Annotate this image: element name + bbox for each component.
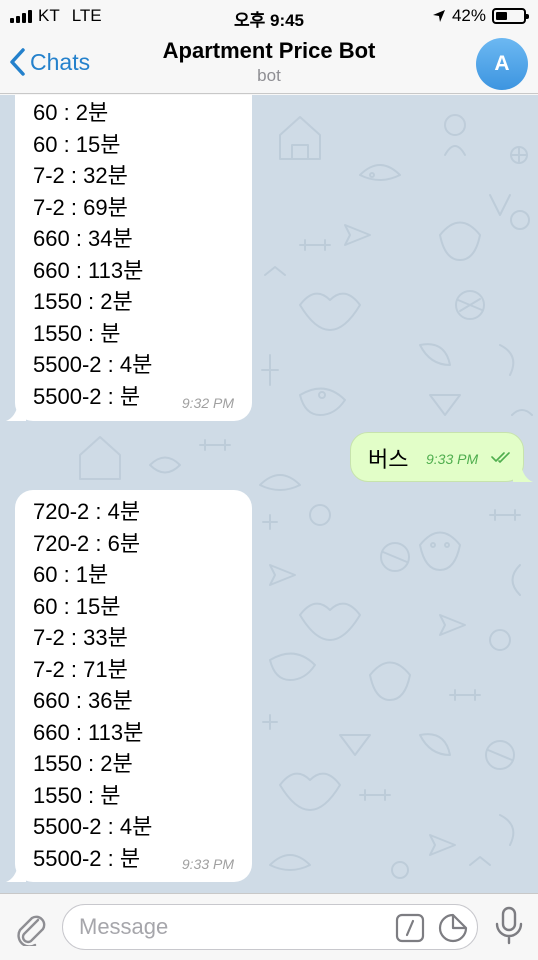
message-line: 1550 : 분: [33, 320, 121, 346]
bubble-tail: [6, 864, 26, 882]
double-check-icon: [491, 452, 510, 463]
message-body: 60 : 2분 60 : 15분 7-2 : 32분 7-2 : 69분 660…: [33, 97, 252, 412]
incoming-message-bubble[interactable]: 60 : 2분 60 : 15분 7-2 : 32분 7-2 : 69분 660…: [6, 95, 252, 421]
message-line: 1550 : 분: [33, 782, 121, 808]
message-line: 7-2 : 33분: [33, 625, 128, 650]
message-time: 9:33 PM: [181, 856, 234, 872]
message-time: 9:33 PM: [426, 451, 479, 467]
bubble-tail: [513, 464, 533, 482]
status-right: 42%: [432, 6, 529, 26]
nav-bar: Chats Apartment Price Bot bot A: [0, 32, 538, 94]
microphone-icon[interactable]: [494, 906, 524, 946]
bubble-tail: [6, 403, 26, 421]
message-line: 720-2 : 4분: [33, 499, 141, 524]
avatar-letter: A: [494, 52, 510, 75]
message-field[interactable]: [62, 904, 478, 950]
message-line: 60 : 2분: [33, 100, 109, 125]
message-line: 60 : 15분: [33, 593, 121, 619]
incoming-message-bubble[interactable]: 720-2 : 4분 720-2 : 6분 60 : 1분 60 : 15분 7…: [6, 490, 252, 882]
chat-subtitle: bot: [257, 66, 281, 85]
chat-title: Apartment Price Bot: [162, 38, 376, 63]
message-line: 660 : 36분: [33, 688, 133, 713]
message-line: 7-2 : 71분: [33, 656, 128, 682]
message-input-bar: [0, 893, 538, 960]
battery-percent: 42%: [451, 6, 486, 25]
message-body: 720-2 : 4분 720-2 : 6분 60 : 1분 60 : 15분 7…: [33, 496, 252, 874]
message-line: 660 : 113분: [33, 719, 144, 745]
battery-icon: [492, 8, 529, 24]
bot-command-icon[interactable]: [395, 913, 425, 943]
message-time: 9:32 PM: [181, 395, 234, 411]
message-line: 1550 : 2분: [33, 751, 133, 776]
message-line: 60 : 1분: [33, 562, 109, 587]
avatar[interactable]: A: [476, 38, 528, 90]
location-arrow-icon: [432, 10, 445, 22]
message-line: 7-2 : 69분: [33, 194, 128, 220]
message-line: 1550 : 2분: [33, 289, 133, 314]
message-line: 7-2 : 32분: [33, 163, 128, 188]
status-bar: KT LTE 오후 9:45 42%: [0, 0, 538, 32]
message-line: 660 : 113분: [33, 257, 144, 283]
message-text: 버스: [368, 447, 409, 472]
chat-area[interactable]: 60 : 2분 60 : 15분 7-2 : 32분 7-2 : 69분 660…: [0, 95, 538, 893]
message-line: 660 : 34분: [33, 226, 133, 251]
message-input[interactable]: [79, 914, 389, 940]
outgoing-message-bubble[interactable]: 버스 9:33 PM: [350, 432, 533, 482]
sticker-icon[interactable]: [437, 912, 469, 944]
message-line: 5500-2 : 4분: [33, 352, 153, 377]
message-line: 5500-2 : 4분: [33, 814, 153, 839]
message-line: 60 : 15분: [33, 131, 121, 157]
message-line: 720-2 : 6분: [33, 530, 141, 556]
paperclip-icon[interactable]: [12, 908, 48, 946]
